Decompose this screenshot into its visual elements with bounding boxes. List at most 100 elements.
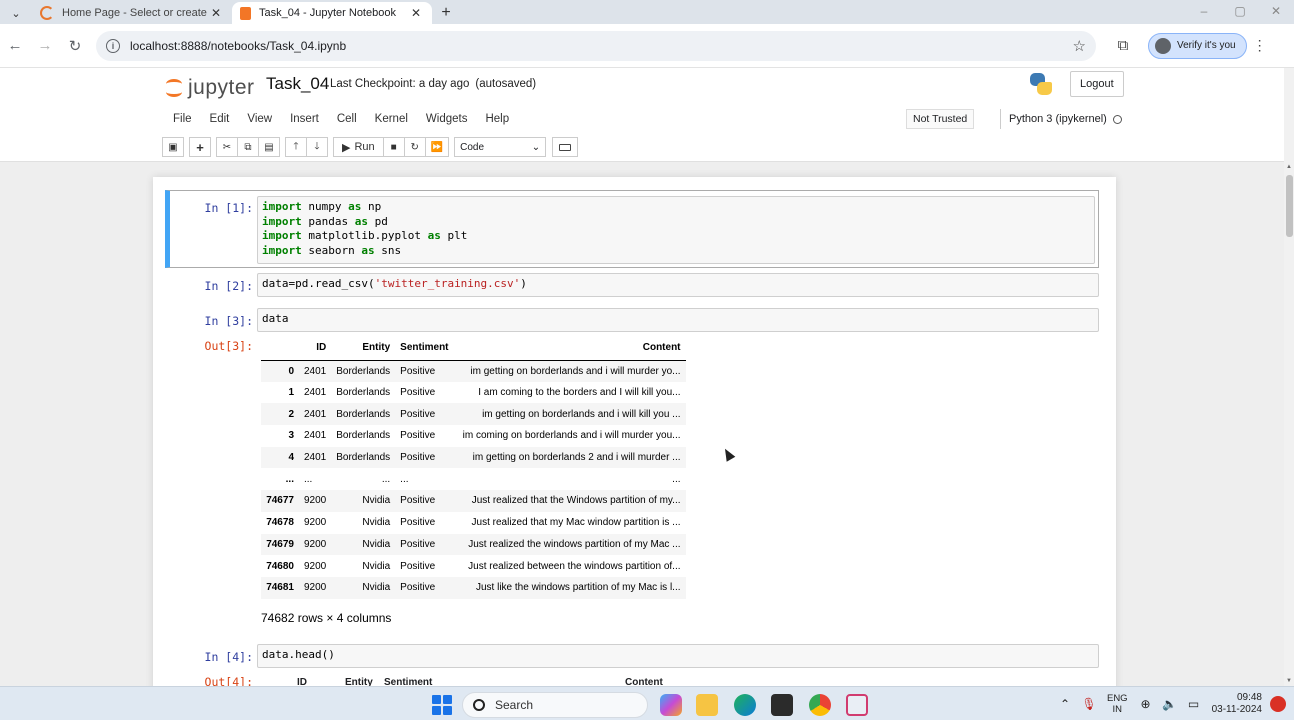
- table-body: 0 2401 Borderlands Positive im getting on bo…: [261, 360, 686, 599]
- globe-icon[interactable]: ⊕: [1134, 697, 1158, 711]
- menu-insert[interactable]: Insert: [290, 113, 319, 125]
- cut-icon[interactable]: ✂: [216, 137, 238, 157]
- cell-sentiment: Positive: [400, 582, 436, 594]
- browser-tab-notebook[interactable]: Task_04 - Jupyter Notebook ✕: [232, 2, 432, 24]
- menu-widgets[interactable]: Widgets: [426, 113, 468, 125]
- notebook-name[interactable]: Task_04: [266, 74, 329, 94]
- scrollbar-thumb[interactable]: [1286, 175, 1293, 237]
- fast-forward-icon[interactable]: ⏩: [424, 137, 450, 157]
- jupyter-logo-icon: [164, 77, 184, 99]
- bookmark-star-icon[interactable]: ☆: [1073, 37, 1086, 55]
- scroll-up-icon[interactable]: ▲: [1286, 164, 1292, 170]
- clock-time: 09:48: [1236, 692, 1262, 703]
- cell-id: 9200: [304, 538, 327, 550]
- code-cell-2[interactable]: In [2]: data=pd.read_csv('twitter_traini…: [165, 273, 1099, 301]
- column-header-entity: Entity: [331, 336, 396, 361]
- minimize-icon[interactable]: –: [1186, 0, 1222, 22]
- clock[interactable]: 09:48 03-11-2024: [1212, 692, 1262, 716]
- run-label: Run: [354, 141, 375, 153]
- browser-menu-icon[interactable]: ⋮: [1247, 37, 1273, 54]
- cell-content: im getting on borderlands and i will mur…: [470, 365, 681, 377]
- column-header-content: Content: [453, 336, 686, 361]
- extensions-icon[interactable]: ⧉: [1106, 31, 1140, 61]
- reload-icon[interactable]: ↻: [60, 31, 90, 61]
- copy-icon[interactable]: ⧉: [237, 137, 259, 157]
- windows-start-icon[interactable]: [432, 695, 452, 715]
- notification-bell-icon[interactable]: [1270, 696, 1286, 712]
- code-editor[interactable]: data=pd.read_csv('twitter_training.csv'): [257, 273, 1099, 297]
- menu-edit[interactable]: Edit: [210, 113, 230, 125]
- scroll-down-icon[interactable]: ▼: [1286, 678, 1292, 684]
- language-indicator[interactable]: ENG IN: [1107, 693, 1128, 715]
- search-icon: [473, 699, 485, 711]
- taskbar-search[interactable]: Search: [462, 692, 648, 718]
- menu-kernel[interactable]: Kernel: [375, 113, 408, 125]
- cell-entity: Nvidia: [362, 538, 391, 550]
- column-header-sentiment: Sentiment: [395, 336, 454, 361]
- new-tab-button[interactable]: +: [432, 2, 460, 24]
- column-header-index: [261, 336, 299, 361]
- chevron-up-icon[interactable]: ⌃: [1053, 697, 1077, 711]
- file-explorer-icon[interactable]: [696, 694, 718, 716]
- code-editor[interactable]: data: [257, 308, 1099, 332]
- code-editor[interactable]: data.head(): [257, 644, 1099, 668]
- taskbar-search-label: Search: [495, 698, 534, 712]
- url-text[interactable]: localhost:8888/notebooks/Task_04.ipynb: [130, 39, 1073, 53]
- chrome-icon[interactable]: [809, 694, 831, 716]
- copilot-icon[interactable]: [660, 694, 682, 716]
- tab-search-dropdown-icon[interactable]: ⌄: [0, 2, 32, 24]
- jupyter-favicon-icon: [240, 6, 251, 20]
- checkpoint-status: Last Checkpoint: a day ago (autosaved): [330, 78, 536, 90]
- window-close-icon[interactable]: ✕: [1258, 0, 1294, 22]
- edge-icon[interactable]: [734, 694, 756, 716]
- notebook-container[interactable]: In [1]: import numpy as np import pandas…: [0, 162, 1284, 686]
- code-cell-3[interactable]: In [3]: data Out[3]: ID Entity Sentiment…: [165, 308, 1099, 638]
- close-icon[interactable]: ✕: [208, 6, 224, 20]
- trust-status-button[interactable]: Not Trusted: [906, 109, 975, 129]
- menu-cell[interactable]: Cell: [337, 113, 357, 125]
- stop-icon[interactable]: ■: [382, 137, 405, 157]
- table-row: 2 2401 Borderlands Positive im getting on bo…: [261, 403, 686, 426]
- cell-sentiment: Positive: [400, 430, 436, 442]
- restart-icon[interactable]: ↻: [403, 137, 426, 157]
- cell-id: ...: [304, 473, 313, 485]
- keyboard-shortcuts-button[interactable]: [552, 137, 579, 157]
- chevron-down-icon: ⌄: [531, 141, 541, 153]
- maximize-icon[interactable]: ▢: [1222, 0, 1258, 22]
- address-bar[interactable]: i localhost:8888/notebooks/Task_04.ipynb…: [96, 30, 1096, 61]
- insert-cell-icon[interactable]: +: [189, 137, 211, 157]
- code-editor[interactable]: import numpy as np import pandas as pd i…: [257, 196, 1095, 264]
- code-cell-4[interactable]: In [4]: data.head() Out[4]: ID Entity Se…: [165, 644, 1099, 686]
- page-scrollbar[interactable]: ▲ ▼: [1284, 68, 1294, 686]
- menu-file[interactable]: File: [173, 113, 192, 125]
- save-icon[interactable]: ▣: [162, 137, 184, 157]
- kernel-idle-icon: [1112, 114, 1122, 124]
- close-icon[interactable]: ✕: [408, 6, 424, 20]
- browser-tab-home[interactable]: Home Page - Select or create a ✕: [32, 2, 232, 24]
- back-arrow-icon[interactable]: ←: [0, 31, 30, 61]
- row-index: ...: [285, 473, 294, 485]
- code-cell-1[interactable]: In [1]: import numpy as np import pandas…: [165, 190, 1099, 268]
- browser-tab-strip: ⌄ Home Page - Select or create a ✕ Task_…: [0, 0, 1294, 24]
- logout-button[interactable]: Logout: [1070, 71, 1124, 97]
- snipping-tool-icon[interactable]: [846, 694, 868, 716]
- run-button[interactable]: ▶ Run: [333, 137, 384, 157]
- move-down-icon[interactable]: 🡓: [306, 137, 328, 157]
- menu-view[interactable]: View: [247, 113, 272, 125]
- jupyter-logo[interactable]: jupyter: [164, 74, 255, 102]
- row-index: 74677: [266, 495, 294, 507]
- volume-icon[interactable]: 🔈: [1158, 697, 1182, 711]
- kernel-indicator[interactable]: Python 3 (ipykernel): [1000, 109, 1122, 129]
- battery-icon[interactable]: ▭: [1182, 697, 1206, 711]
- cell-type-select[interactable]: Code ⌄: [454, 137, 547, 157]
- verify-profile-button[interactable]: Verify it's you: [1148, 32, 1247, 59]
- paste-icon[interactable]: ▤: [258, 137, 280, 157]
- keyboard-icon: [559, 143, 572, 151]
- forward-arrow-icon[interactable]: →: [30, 31, 60, 61]
- menu-help[interactable]: Help: [485, 113, 509, 125]
- table-row: 4 2401 Borderlands Positive im getting on bo…: [261, 446, 686, 469]
- terminal-icon[interactable]: [771, 694, 793, 716]
- move-up-icon[interactable]: 🡑: [285, 137, 307, 157]
- microphone-icon[interactable]: 🎙: [1077, 697, 1101, 711]
- site-info-icon[interactable]: i: [106, 38, 120, 53]
